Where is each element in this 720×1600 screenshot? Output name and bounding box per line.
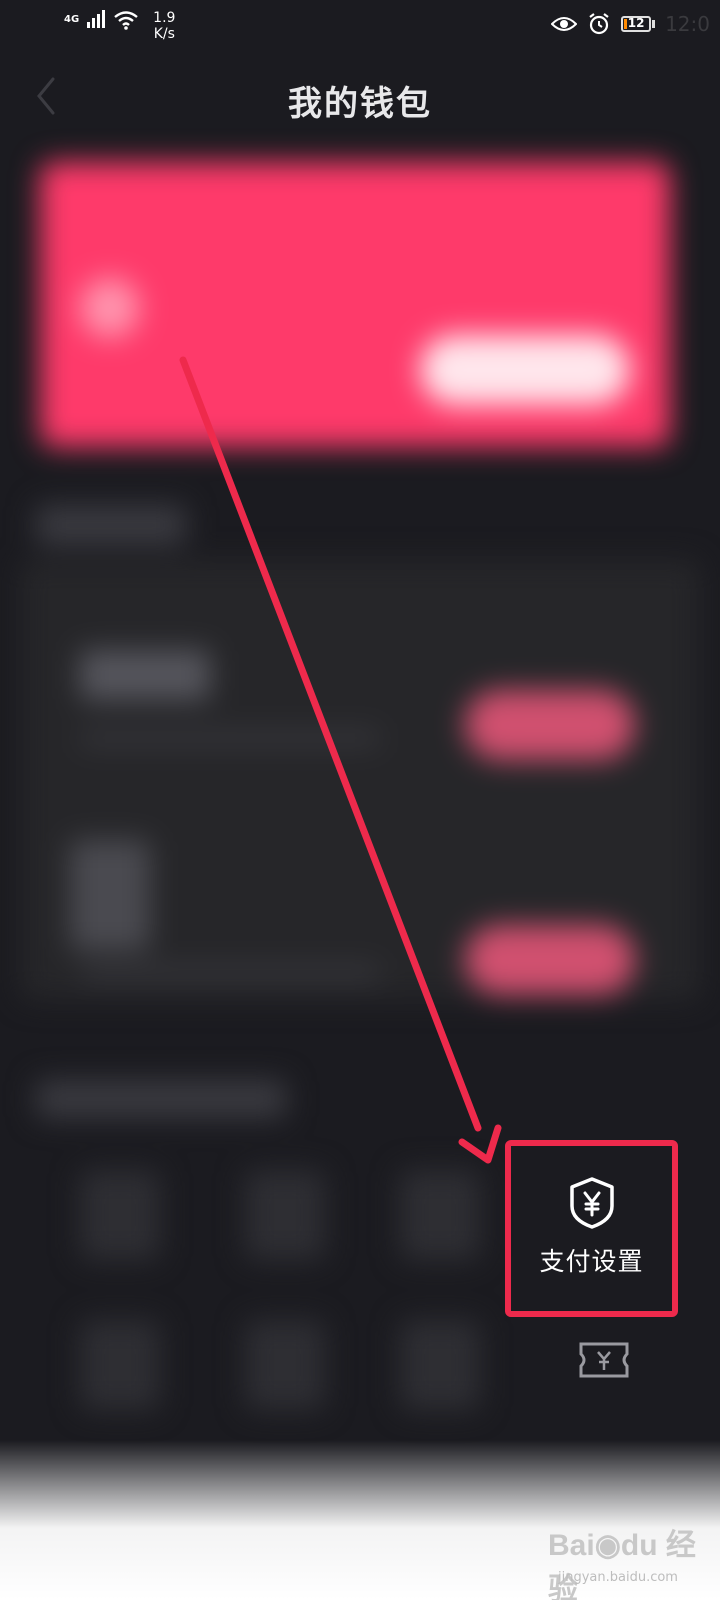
balance-card-dot: [80, 278, 140, 338]
battery-level: 12: [627, 16, 645, 30]
network-speed: 1.9 K/s: [153, 10, 175, 42]
list-item-sub-block: [80, 730, 380, 746]
list-item-action[interactable]: [465, 925, 635, 995]
watermark-brand-text: Bai: [548, 1529, 595, 1562]
grid-item-block[interactable]: [400, 1320, 480, 1410]
pay-settings-button[interactable]: 支付设置: [505, 1140, 678, 1317]
alarm-icon: [589, 13, 609, 35]
paw-icon: ◉: [594, 1529, 621, 1562]
baidu-watermark: Bai◉du 经验 jingyan.baidu.com: [548, 1520, 718, 1600]
grid-item-block[interactable]: [400, 1170, 480, 1260]
list-item-title-block: [80, 650, 210, 700]
shield-yen-icon: [569, 1177, 614, 1229]
watermark-url: jingyan.baidu.com: [558, 1570, 678, 1585]
clock: 12:0: [665, 12, 710, 36]
network-type: 4G: [64, 14, 80, 25]
eye-icon: [551, 17, 578, 31]
status-bar-right: 12 12:0: [551, 12, 710, 36]
list-item-action[interactable]: [465, 690, 635, 760]
section-heading-block: [36, 1080, 286, 1118]
balance-card-button[interactable]: [420, 335, 630, 405]
network-speed-value: 1.9: [153, 10, 176, 26]
grid-item-block[interactable]: [80, 1170, 160, 1260]
status-bar: 4G 1.9 K/s 12 12:0: [0, 0, 720, 50]
page-title: 我的钱包: [288, 84, 432, 124]
wifi-icon: [114, 11, 138, 30]
ticket-yen-icon[interactable]: [578, 1340, 630, 1380]
header: 我的钱包: [0, 60, 720, 140]
grid-item-block[interactable]: [245, 1170, 325, 1260]
signal-icon: [87, 10, 106, 28]
wallet-screen: 4G 1.9 K/s 12 12:0 我的钱包 支付设置 Bai◉du 经验 j…: [0, 0, 720, 1600]
network-speed-unit: K/s: [153, 26, 175, 42]
section-heading-block: [36, 505, 186, 545]
battery-icon: 12: [621, 16, 656, 32]
status-bar-left: 4G 1.9 K/s: [64, 10, 175, 42]
grid-item-block[interactable]: [80, 1320, 160, 1410]
pay-settings-label: 支付设置: [539, 1247, 644, 1276]
list-item-icon-block: [70, 840, 150, 950]
watermark-brand: Bai◉du 经验: [548, 1520, 718, 1600]
grid-item-block[interactable]: [245, 1320, 325, 1410]
list-item-sub-block: [80, 965, 380, 981]
